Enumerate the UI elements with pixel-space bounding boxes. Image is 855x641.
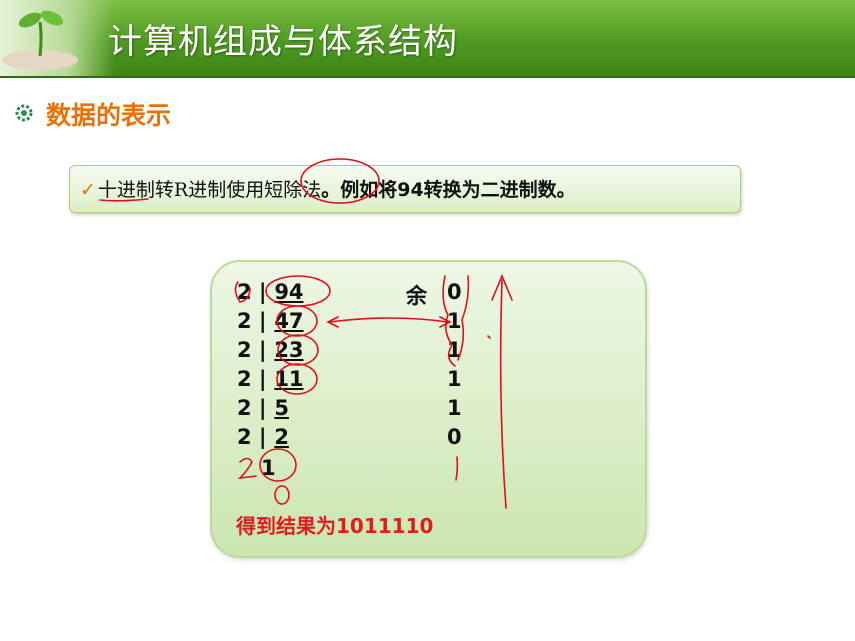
remainder-label: 余 [406, 284, 427, 308]
divisor: 2 | [237, 367, 267, 391]
quotient: 47 [274, 309, 304, 333]
remainder: 1 [447, 309, 462, 333]
check-icon: ✓ [80, 179, 96, 201]
divisor: 2 | [237, 309, 267, 333]
seedling-icon [2, 10, 78, 70]
divisor: 2 | [237, 338, 267, 362]
result-text: 得到结果为1011110 [236, 514, 434, 538]
quotient: 23 [274, 338, 304, 362]
divisor: 2 | [237, 425, 267, 449]
quotient: 11 [274, 367, 304, 391]
remainder: 1 [447, 367, 462, 391]
remainder: 1 [447, 338, 462, 362]
final-quotient: 1 [261, 456, 276, 480]
calc-row: 2 | 2 [237, 425, 310, 449]
gear-bullet-icon [14, 103, 34, 127]
calc-row: 2 | 11 [237, 367, 310, 391]
calc-row: 2 | 94 [237, 280, 310, 304]
calc-row: 2 | 5 [237, 396, 310, 420]
note-text-example: 。例如将94转换为二进制数。 [321, 179, 576, 201]
note-box: ✓ 十进制转R进制使用短除法。例如将94转换为二进制数。 [69, 165, 741, 213]
remainder: 1 [447, 396, 462, 420]
slide-header: 计算机组成与体系结构 [0, 0, 855, 78]
calc-row: 2 | 23 [237, 338, 310, 362]
remainder: 0 [447, 280, 462, 304]
slide-title: 计算机组成与体系结构 [108, 22, 458, 62]
divisor: 2 | [237, 280, 267, 304]
quotient: 2 [274, 425, 289, 449]
calc-row: 2 | 47 [237, 309, 310, 333]
quotient: 5 [274, 396, 289, 420]
header-seedling-image [0, 0, 115, 76]
remainder: 0 [447, 425, 462, 449]
divisor: 2 | [237, 396, 267, 420]
section-title: 数据的表示 [46, 101, 172, 130]
quotient: 94 [274, 280, 304, 304]
note-text-method: 十进制转R进制使用短除法 [97, 179, 322, 201]
note-text: ✓ 十进制转R进制使用短除法。例如将94转换为二进制数。 [80, 175, 576, 202]
